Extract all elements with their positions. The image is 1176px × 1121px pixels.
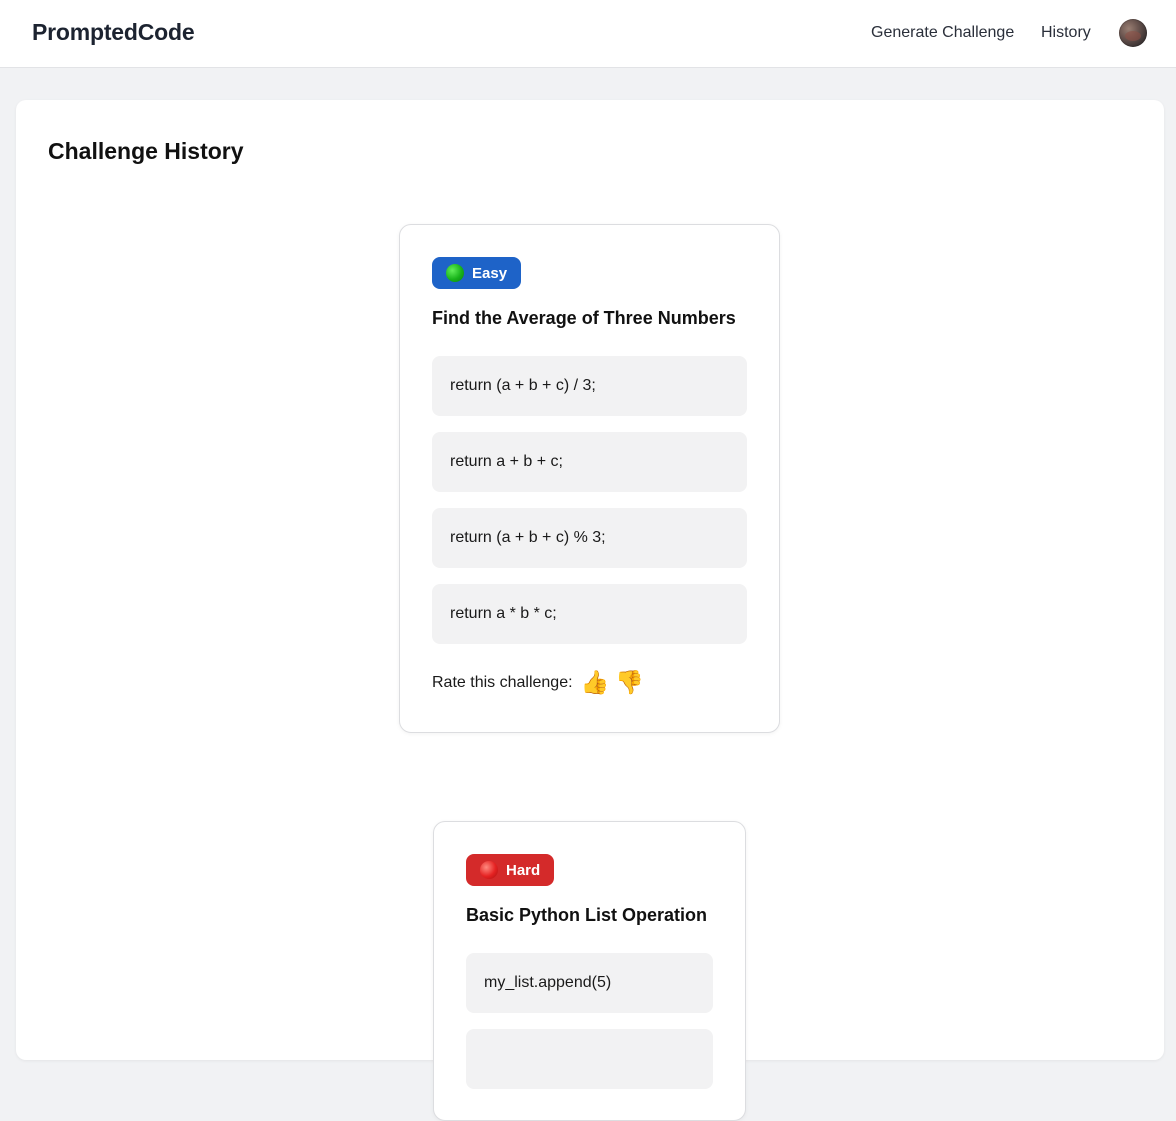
answer-option[interactable]: my_list.append(5) [466, 953, 713, 1013]
nav-generate-challenge[interactable]: Generate Challenge [871, 24, 1014, 42]
top-nav-bar: PromptedCode Generate Challenge History [0, 0, 1176, 68]
nav-history[interactable]: History [1041, 24, 1091, 42]
rating-label: Rate this challenge: [432, 673, 573, 691]
history-panel: Challenge History Easy Find the Average … [16, 100, 1164, 1121]
user-avatar[interactable] [1119, 19, 1147, 47]
challenge-card: Easy Find the Average of Three Numbers r… [399, 224, 780, 733]
green-circle-icon [446, 264, 464, 282]
answer-option[interactable]: return (a + b + c) / 3; [432, 356, 747, 416]
page-title: Challenge History [48, 138, 244, 164]
challenge-card: Hard Basic Python List Operation my_list… [433, 821, 746, 1121]
challenge-title: Basic Python List Operation [466, 905, 708, 925]
answer-option[interactable] [466, 1029, 713, 1089]
red-circle-icon [480, 861, 498, 879]
rating-row: Rate this challenge: 👍 👎 [432, 669, 644, 696]
brand-logo[interactable]: PromptedCode [32, 19, 195, 46]
challenge-title: Find the Average of Three Numbers [432, 308, 736, 328]
difficulty-label: Hard [506, 861, 541, 879]
thumbs-up-icon[interactable]: 👍 [581, 669, 610, 696]
thumbs-down-icon[interactable]: 👎 [615, 669, 644, 696]
difficulty-badge: Easy [432, 257, 522, 289]
difficulty-label: Easy [472, 264, 508, 282]
difficulty-badge: Hard [466, 854, 555, 886]
answer-option[interactable]: return (a + b + c) % 3; [432, 508, 747, 568]
answer-option[interactable]: return a * b * c; [432, 584, 747, 644]
answer-option[interactable]: return a + b + c; [432, 432, 747, 492]
